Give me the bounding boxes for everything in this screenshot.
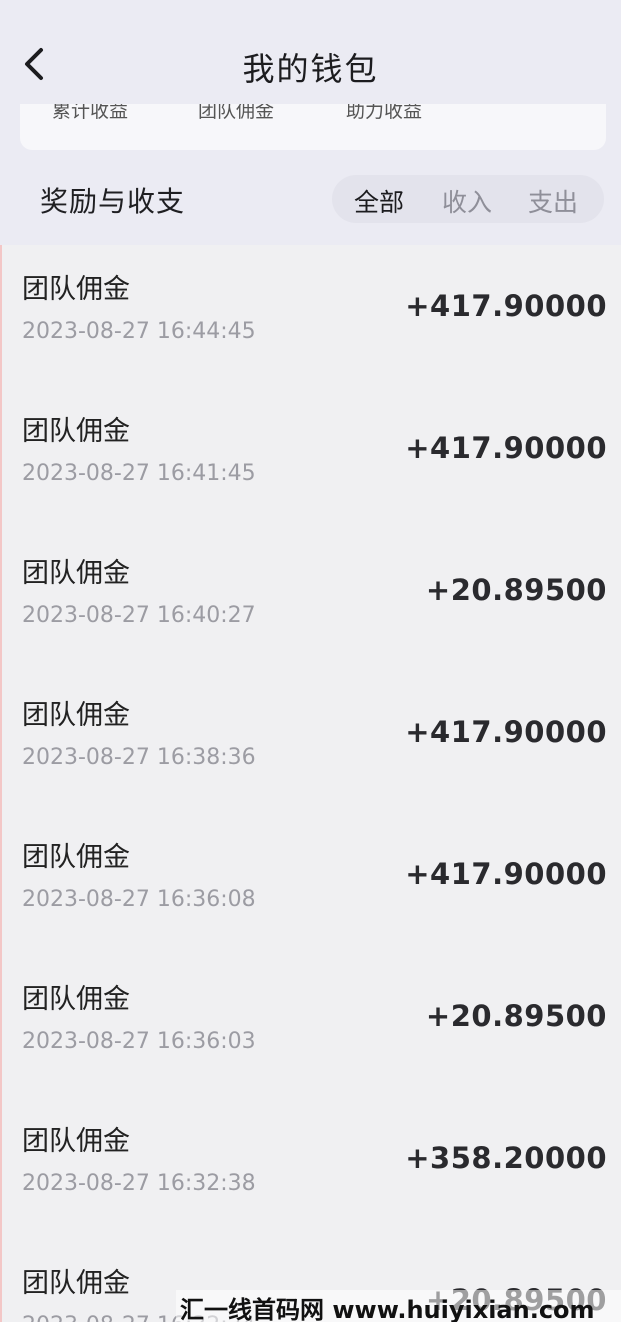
tab-expense[interactable]: 支出 [528,183,578,219]
list-item[interactable]: 团队佣金 2023-08-27 16:40:27 +20.89500 [0,529,621,671]
list-item[interactable]: 团队佣金 2023-08-27 16:38:36 +417.90000 [0,671,621,813]
record-title: 团队佣金 [22,274,130,305]
record-amount: +417.90000 [405,857,607,891]
wallet-screen: 我的钱包 累计收益 团队佣金 助力收益 奖励与收支 全部 收入 支出 团队佣金 … [0,0,621,1322]
records-list[interactable]: 团队佣金 2023-08-27 16:44:45 +417.90000 团队佣金… [0,245,621,1322]
record-title: 团队佣金 [22,700,130,731]
record-amount: +20.89500 [425,573,607,607]
tab-income[interactable]: 收入 [442,183,492,219]
list-item[interactable]: 团队佣金 2023-08-27 16:36:03 +20.89500 [0,955,621,1097]
record-amount: +20.89500 [425,999,607,1033]
record-time: 2023-08-27 16:41:45 [22,461,256,486]
tab-all[interactable]: 全部 [354,183,404,219]
record-title: 团队佣金 [22,984,130,1015]
record-time: 2023-08-27 16:36:08 [22,887,256,912]
record-title: 团队佣金 [22,842,130,873]
list-item[interactable]: 团队佣金 2023-08-27 16:41:45 +417.90000 [0,387,621,529]
stats-card: 累计收益 团队佣金 助力收益 [20,104,606,150]
page-title: 我的钱包 [242,50,379,88]
record-title: 团队佣金 [22,558,130,589]
watermark: 汇一线首码网 www.huiyixian.com [176,1290,621,1322]
record-time: 2023-08-27 16:40:27 [22,603,256,628]
record-amount: +417.90000 [405,431,607,465]
list-item[interactable]: 团队佣金 2023-08-27 16:44:45 +417.90000 [0,245,621,387]
record-title: 团队佣金 [22,1126,130,1157]
record-time: 2023-08-27 16:38:36 [22,745,256,770]
stat-label-team-commission: 团队佣金 [198,104,275,122]
record-title: 团队佣金 [22,416,130,447]
record-amount: +417.90000 [405,715,607,749]
record-title: 团队佣金 [22,1268,130,1299]
record-amount: +417.90000 [405,289,607,323]
record-time: 2023-08-27 16:32:38 [22,1171,256,1196]
stat-label-total-earnings: 累计收益 [52,104,129,122]
list-item[interactable]: 团队佣金 2023-08-27 16:32:38 +358.20000 [0,1097,621,1239]
nav-bar: 我的钱包 [0,0,621,100]
list-item[interactable]: 团队佣金 2023-08-27 16:36:08 +417.90000 [0,813,621,955]
record-time: 2023-08-27 16:36:03 [22,1029,256,1054]
record-amount: +358.20000 [405,1141,607,1175]
header-area: 我的钱包 累计收益 团队佣金 助力收益 奖励与收支 全部 收入 支出 [0,0,621,245]
filter-tabs: 全部 收入 支出 [332,175,604,223]
section-title: 奖励与收支 [40,185,186,218]
stat-label-boost-earnings: 助力收益 [346,104,423,122]
record-time: 2023-08-27 16:44:45 [22,319,256,344]
